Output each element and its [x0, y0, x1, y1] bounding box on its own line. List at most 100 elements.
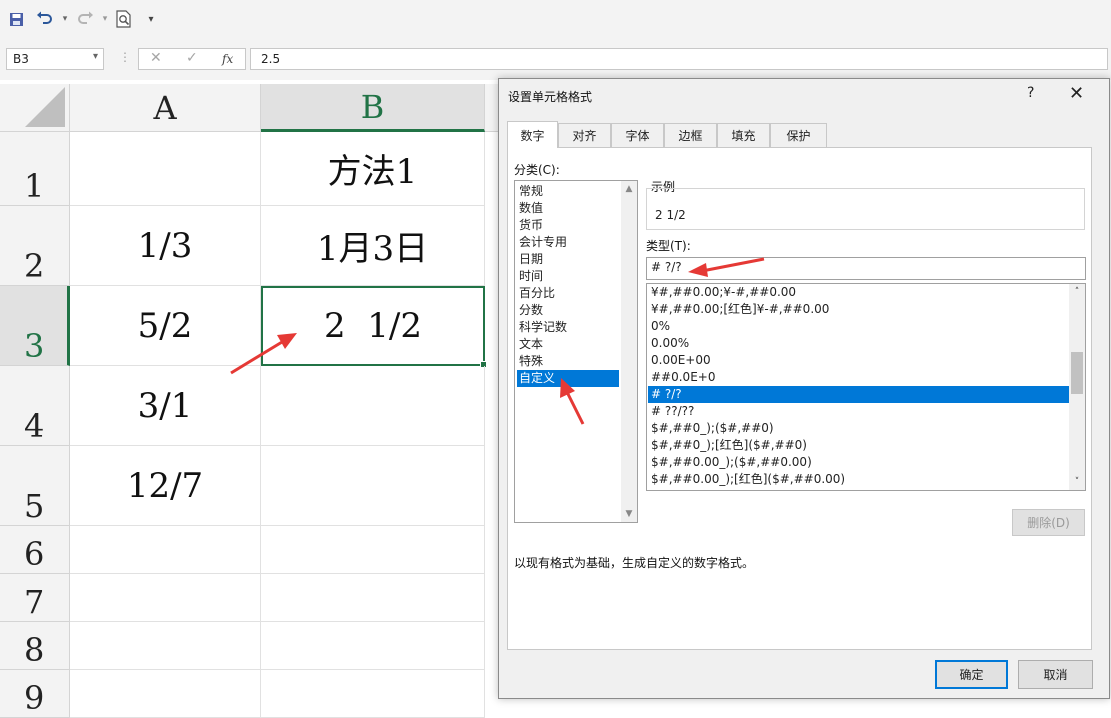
format-list-scrollbar[interactable]: ˄ ˅	[1069, 284, 1085, 490]
format-item[interactable]: 0%	[648, 318, 1072, 335]
cell-a4[interactable]: 3/1	[70, 366, 261, 446]
category-item-selected[interactable]: 自定义	[517, 370, 619, 387]
tab-protection[interactable]: 保护	[770, 123, 827, 147]
format-code-list[interactable]: ¥#,##0.00;¥-#,##0.00 ¥#,##0.00;[红色]¥-#,#…	[646, 283, 1086, 491]
cell-b5[interactable]	[261, 446, 485, 526]
category-list[interactable]: 常规 数值 货币 会计专用 日期 时间 百分比 分数 科学记数 文本 特殊 自定…	[514, 180, 638, 523]
scroll-up-icon[interactable]: ˄	[1069, 284, 1085, 300]
scroll-down-icon[interactable]: ˅	[1069, 474, 1085, 490]
format-item[interactable]: $#,##0_);[红色]($#,##0)	[648, 437, 1072, 454]
format-item[interactable]: $#,##0.00_);[红色]($#,##0.00)	[648, 471, 1072, 488]
format-cells-dialog: 设置单元格格式 ? ✕ 数字 对齐 字体 边框 填充 保护 分类(C): 常规 …	[498, 78, 1110, 699]
confirm-entry-icon[interactable]: ✓	[186, 50, 198, 66]
help-icon[interactable]: ?	[1027, 85, 1034, 101]
cell-b4[interactable]	[261, 366, 485, 446]
cell-a9[interactable]	[70, 670, 261, 718]
delete-button[interactable]: 删除(D)	[1012, 509, 1085, 536]
formula-tools: ✕ ✓ fx	[138, 48, 246, 70]
category-item[interactable]: 百分比	[517, 285, 619, 302]
row-header-4[interactable]: 4	[0, 366, 70, 446]
column-header-a[interactable]: A	[70, 84, 261, 132]
cell-b2[interactable]: 1月3日	[261, 206, 485, 286]
cell-a1[interactable]	[70, 132, 261, 206]
cell-b9[interactable]	[261, 670, 485, 718]
cell-a8[interactable]	[70, 622, 261, 670]
worksheet-grid: A B 1 2 3 4 5 6 7 8 9 方法1 1/3 1月3日 5/2 2…	[0, 84, 505, 718]
category-item[interactable]: 会计专用	[517, 234, 619, 251]
tab-fill[interactable]: 填充	[717, 123, 770, 147]
row-header-7[interactable]: 7	[0, 574, 70, 622]
save-icon[interactable]	[5, 8, 27, 30]
quick-access-toolbar: ▾ ▾ ▾	[0, 0, 1111, 40]
chevron-down-icon[interactable]: ▾	[93, 51, 98, 62]
format-item[interactable]: $#,##0.00_);($#,##0.00)	[648, 454, 1072, 471]
scroll-down-icon[interactable]: ▼	[621, 506, 637, 522]
cell-b3-active[interactable]: 2 1/2	[261, 286, 487, 368]
ok-button[interactable]: 确定	[935, 660, 1008, 689]
category-item[interactable]: 时间	[517, 268, 619, 285]
row-header-2[interactable]: 2	[0, 206, 70, 286]
category-item[interactable]: 日期	[517, 251, 619, 268]
sample-box: 2 1/2	[646, 188, 1085, 230]
row-header-3[interactable]: 3	[0, 286, 70, 366]
category-item[interactable]: 文本	[517, 336, 619, 353]
row-header-8[interactable]: 8	[0, 622, 70, 670]
cell-a3[interactable]: 5/2	[70, 286, 261, 366]
cell-b7[interactable]	[261, 574, 485, 622]
customize-toolbar-icon[interactable]: ▾	[140, 8, 162, 30]
cell-b1[interactable]: 方法1	[261, 132, 485, 206]
dialog-title: 设置单元格格式	[508, 90, 593, 104]
type-input[interactable]: # ?/?	[646, 257, 1086, 280]
cancel-entry-icon[interactable]: ✕	[150, 50, 162, 66]
print-preview-icon[interactable]	[113, 8, 135, 30]
category-label: 分类(C):	[514, 163, 560, 177]
scrollbar-thumb[interactable]	[1071, 352, 1083, 394]
cell-b6[interactable]	[261, 526, 485, 574]
redo-icon[interactable]	[74, 8, 96, 30]
cell-b8[interactable]	[261, 622, 485, 670]
formula-bar: B3 ▾ ⋮ ✕ ✓ fx 2.5	[0, 40, 1111, 80]
cell-a2[interactable]: 1/3	[70, 206, 261, 286]
format-item[interactable]: 0.00%	[648, 335, 1072, 352]
undo-icon[interactable]	[34, 8, 56, 30]
format-item[interactable]: $#,##0_);($#,##0)	[648, 420, 1072, 437]
close-icon[interactable]: ✕	[1069, 83, 1084, 104]
tab-number[interactable]: 数字	[507, 121, 558, 148]
column-header-b[interactable]: B	[261, 84, 485, 132]
category-item[interactable]: 常规	[517, 183, 619, 200]
undo-dropdown-icon[interactable]: ▾	[54, 8, 76, 30]
format-item-selected[interactable]: # ?/?	[648, 386, 1072, 403]
cell-a7[interactable]	[70, 574, 261, 622]
category-item[interactable]: 货币	[517, 217, 619, 234]
tab-border[interactable]: 边框	[664, 123, 717, 147]
category-item[interactable]: 特殊	[517, 353, 619, 370]
cell-b3-value: 2 1/2	[324, 306, 422, 346]
tab-font[interactable]: 字体	[611, 123, 664, 147]
tab-alignment[interactable]: 对齐	[558, 123, 611, 147]
formula-input[interactable]: 2.5	[250, 48, 1108, 70]
name-box-value: B3	[13, 52, 29, 66]
category-item[interactable]: 数值	[517, 200, 619, 217]
format-item[interactable]: 0.00E+00	[648, 352, 1072, 369]
select-all-corner[interactable]	[0, 84, 70, 132]
formula-bar-grip: ⋮	[119, 50, 131, 64]
format-item[interactable]: ¥#,##0.00;¥-#,##0.00	[648, 284, 1072, 301]
cancel-button[interactable]: 取消	[1018, 660, 1093, 689]
cell-a6[interactable]	[70, 526, 261, 574]
row-header-6[interactable]: 6	[0, 526, 70, 574]
insert-function-icon[interactable]: fx	[222, 52, 233, 66]
sample-value: 2 1/2	[655, 208, 686, 222]
row-header-5[interactable]: 5	[0, 446, 70, 526]
custom-format-description: 以现有格式为基础，生成自定义的数字格式。	[514, 556, 755, 570]
format-item[interactable]: ¥#,##0.00;[红色]¥-#,##0.00	[648, 301, 1072, 318]
format-item[interactable]: ##0.0E+0	[648, 369, 1072, 386]
format-item[interactable]: # ??/??	[648, 403, 1072, 420]
category-scrollbar[interactable]: ▲ ▼	[621, 181, 637, 522]
row-header-9[interactable]: 9	[0, 670, 70, 718]
category-item[interactable]: 分数	[517, 302, 619, 319]
cell-a5[interactable]: 12/7	[70, 446, 261, 526]
category-item[interactable]: 科学记数	[517, 319, 619, 336]
scroll-up-icon[interactable]: ▲	[621, 181, 637, 197]
name-box[interactable]: B3 ▾	[6, 48, 104, 70]
row-header-1[interactable]: 1	[0, 132, 70, 206]
